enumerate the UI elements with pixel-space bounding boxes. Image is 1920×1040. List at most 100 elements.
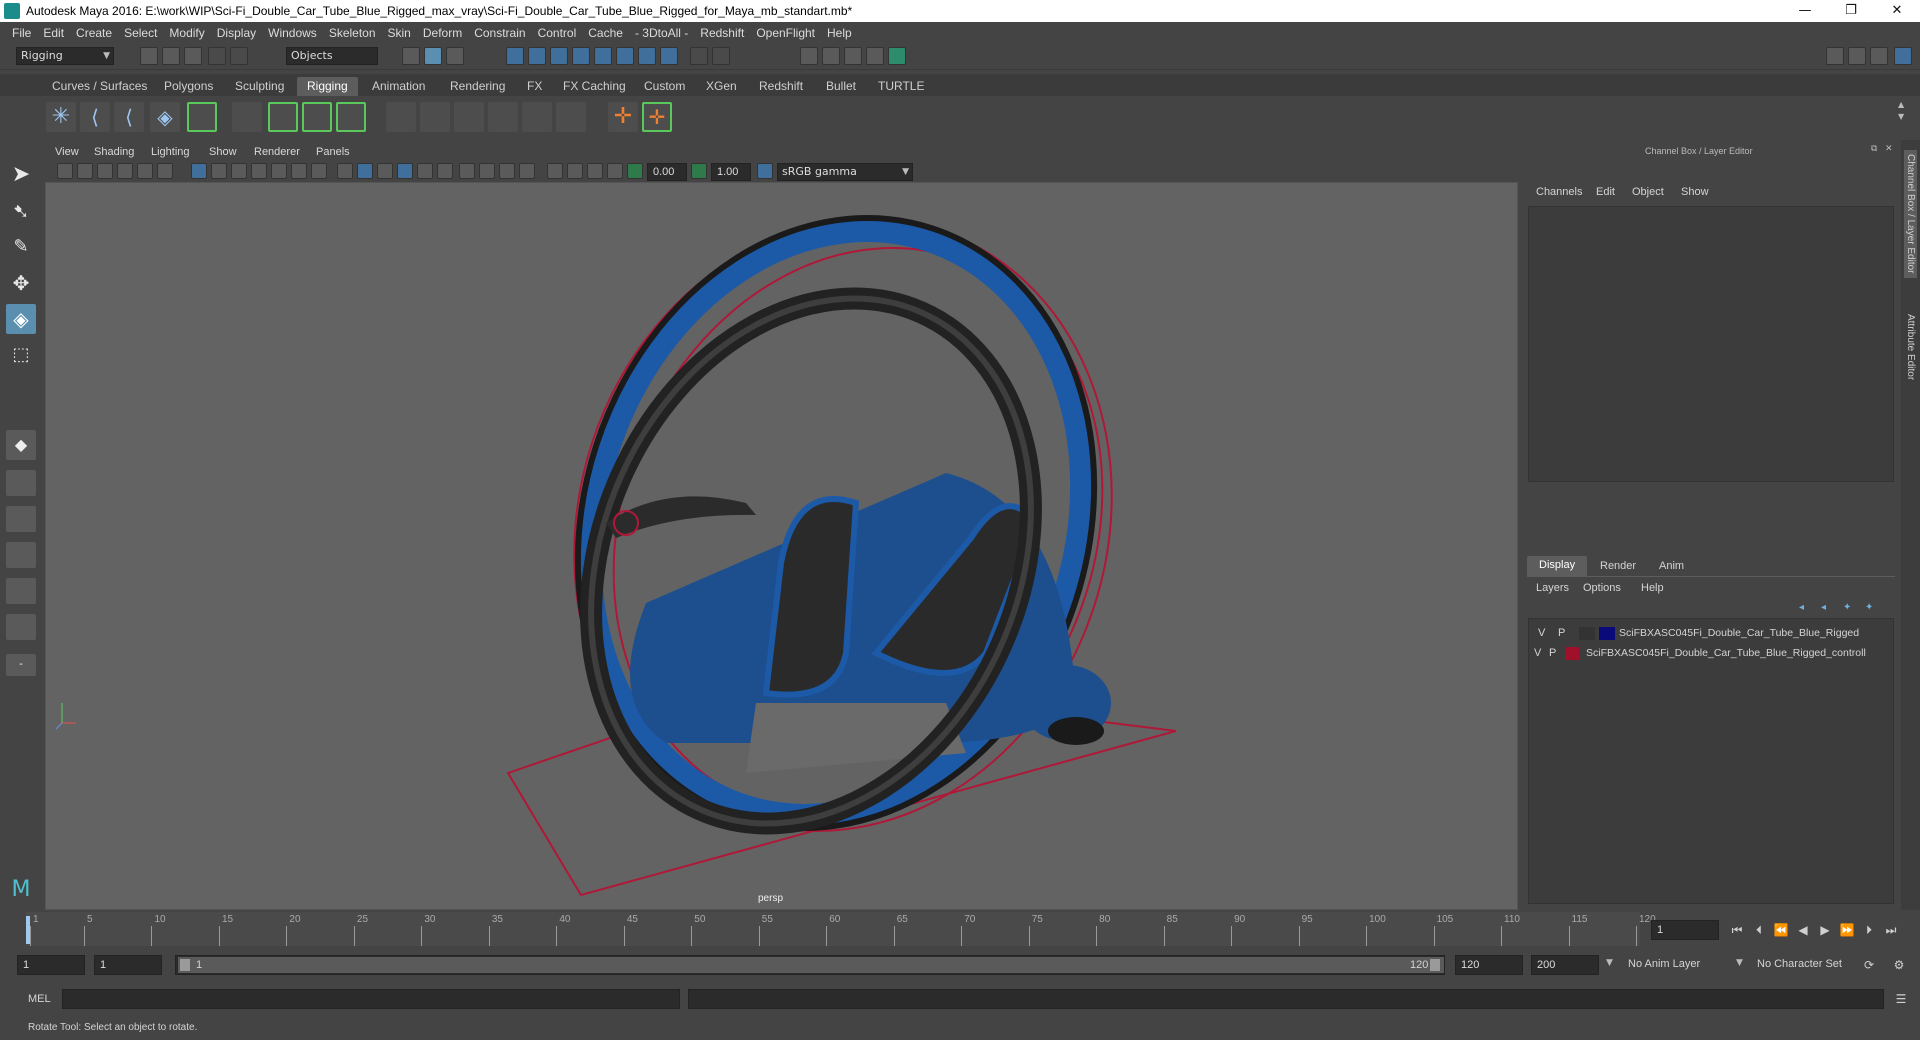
default-material-icon[interactable] bbox=[377, 163, 393, 179]
shelf-tab-rigging[interactable]: Rigging bbox=[297, 77, 358, 96]
anim-layer-dropdown[interactable]: No Anim Layer bbox=[1628, 958, 1700, 970]
new-layer-selected-icon[interactable]: ✦ bbox=[1865, 602, 1873, 613]
go-to-end-icon[interactable]: ⏭ bbox=[1882, 921, 1900, 939]
new-scene-icon[interactable] bbox=[140, 47, 158, 65]
snap-live-icon[interactable] bbox=[594, 47, 612, 65]
menu-select[interactable]: Select bbox=[124, 26, 157, 40]
single-perspective-layout-icon[interactable]: ◆ bbox=[6, 430, 36, 460]
layer-tab-render[interactable]: Render bbox=[1600, 560, 1636, 572]
depth-of-field-icon[interactable] bbox=[519, 163, 535, 179]
use-all-lights-icon[interactable] bbox=[417, 163, 433, 179]
gamma-icon[interactable] bbox=[691, 163, 707, 179]
command-language-label[interactable]: MEL bbox=[28, 993, 51, 1005]
step-forward-key-icon[interactable]: ⏩ bbox=[1838, 921, 1856, 939]
outliner-persp-layout-icon[interactable] bbox=[6, 614, 36, 640]
auto-key-icon[interactable]: ⟳ bbox=[1860, 956, 1878, 974]
range-slider-start-handle[interactable] bbox=[180, 959, 190, 971]
layer-color-swatch[interactable] bbox=[1599, 627, 1615, 640]
lasso-tool-icon[interactable]: ➷ bbox=[6, 196, 36, 226]
four-view-layout-icon[interactable] bbox=[6, 470, 36, 496]
channel-menu-edit[interactable]: Edit bbox=[1596, 186, 1615, 198]
current-frame-field[interactable]: 1 bbox=[1651, 920, 1719, 940]
open-scene-icon[interactable] bbox=[162, 47, 180, 65]
shelf-tab-polygons[interactable]: Polygons bbox=[154, 77, 223, 96]
layer-type-toggle[interactable] bbox=[1579, 627, 1595, 640]
animation-start-field[interactable]: 1 bbox=[17, 955, 85, 975]
channel-menu-show[interactable]: Show bbox=[1681, 186, 1709, 198]
persp-outliner-layout-icon[interactable] bbox=[6, 506, 36, 532]
wireframe-icon[interactable] bbox=[337, 163, 353, 179]
side-tab-attribute-editor[interactable]: Attribute Editor bbox=[1904, 310, 1917, 384]
menuset-dropdown[interactable]: Rigging ▼ bbox=[16, 47, 114, 65]
image-plane-icon[interactable] bbox=[117, 163, 133, 179]
undo-icon[interactable] bbox=[208, 47, 226, 65]
menu-file[interactable]: File bbox=[12, 26, 31, 40]
select-highlight-icon[interactable] bbox=[712, 47, 730, 65]
menu-skin[interactable]: Skin bbox=[388, 26, 411, 40]
snap-mode-icon[interactable] bbox=[616, 47, 634, 65]
snap-curve-icon[interactable] bbox=[528, 47, 546, 65]
mirror-joint-icon[interactable]: ◈ bbox=[150, 102, 180, 132]
layer-name[interactable]: SciFBXASC045Fi_Double_Car_Tube_Blue_Rigg… bbox=[1619, 627, 1859, 639]
command-input[interactable] bbox=[62, 989, 680, 1009]
shelf-tab-bullet[interactable]: Bullet bbox=[816, 77, 866, 96]
menu-modify[interactable]: Modify bbox=[169, 26, 204, 40]
ik-spline-icon[interactable]: ⟨ bbox=[114, 102, 144, 132]
save-scene-icon[interactable] bbox=[184, 47, 202, 65]
shelf-scroll-up-icon[interactable]: ▲ bbox=[1898, 100, 1904, 109]
play-forwards-icon[interactable]: ▶ bbox=[1816, 921, 1834, 939]
shelf-tab-fx[interactable]: FX bbox=[517, 77, 552, 96]
render-settings-icon[interactable] bbox=[866, 47, 884, 65]
persp-hypershade-layout-icon[interactable] bbox=[6, 578, 36, 604]
move-tool-icon[interactable]: ✥ bbox=[6, 268, 36, 298]
hypershade-icon[interactable] bbox=[888, 47, 906, 65]
color-management-icon[interactable] bbox=[757, 163, 773, 179]
move-layer-up-icon[interactable]: ◂ bbox=[1799, 602, 1804, 613]
tool-settings-toggle-icon[interactable] bbox=[1870, 47, 1888, 65]
close-panel-icon[interactable]: ✕ bbox=[1885, 144, 1893, 154]
channel-menu-channels[interactable]: Channels bbox=[1536, 186, 1582, 198]
shelf-tab-fx-caching[interactable]: FX Caching bbox=[553, 77, 636, 96]
pole-vector-icon[interactable] bbox=[556, 102, 586, 132]
step-back-key-icon[interactable]: ⏪ bbox=[1772, 921, 1790, 939]
close-button[interactable]: ✕ bbox=[1874, 0, 1920, 22]
scale-tool-icon[interactable]: ⬚ bbox=[6, 340, 36, 370]
color-space-dropdown[interactable]: sRGB gamma ▼ bbox=[777, 163, 913, 181]
layer-menu-help[interactable]: Help bbox=[1641, 582, 1664, 594]
layer-visibility-toggle[interactable]: V bbox=[1534, 647, 1541, 659]
snap-view-plane-icon[interactable] bbox=[572, 47, 590, 65]
script-editor-icon[interactable]: ☰ bbox=[1892, 990, 1910, 1008]
aim-constraint-icon[interactable] bbox=[522, 102, 552, 132]
playback-start-field[interactable]: 1 bbox=[94, 955, 162, 975]
menu-redshift[interactable]: Redshift bbox=[700, 26, 744, 40]
shelf-tab-turtle[interactable]: TURTLE bbox=[868, 77, 934, 96]
film-gate-icon[interactable] bbox=[211, 163, 227, 179]
new-layer-icon[interactable]: ✦ bbox=[1843, 602, 1851, 613]
grid-toggle-icon[interactable] bbox=[191, 163, 207, 179]
wrap-deformer-icon[interactable] bbox=[302, 102, 332, 132]
shelf-tab-animation[interactable]: Animation bbox=[362, 77, 435, 96]
selection-mode-dropdown[interactable]: Objects bbox=[286, 47, 378, 65]
play-backwards-icon[interactable]: ◀ bbox=[1794, 921, 1812, 939]
render-view-icon[interactable] bbox=[800, 47, 818, 65]
current-time-indicator[interactable] bbox=[26, 916, 30, 944]
shelf-tab-xgen[interactable]: XGen bbox=[696, 77, 747, 96]
exposure-field[interactable]: 0.00 bbox=[647, 163, 687, 181]
select-by-object-icon[interactable] bbox=[424, 47, 442, 65]
layer-playback-toggle[interactable]: P bbox=[1558, 627, 1565, 639]
safe-action-icon[interactable] bbox=[291, 163, 307, 179]
persp-graph-layout-icon[interactable] bbox=[6, 542, 36, 568]
select-camera-icon[interactable] bbox=[57, 163, 73, 179]
smooth-shade-icon[interactable] bbox=[357, 163, 373, 179]
shelf-tab-curves-surfaces[interactable]: Curves / Surfaces bbox=[42, 77, 157, 96]
chevron-down-icon[interactable]: ▼ bbox=[1736, 958, 1743, 968]
menu-help[interactable]: Help bbox=[827, 26, 852, 40]
history-icon[interactable] bbox=[660, 47, 678, 65]
layer-playback-toggle[interactable]: P bbox=[1549, 647, 1556, 659]
bookmark-icon[interactable] bbox=[97, 163, 113, 179]
blend-shape-icon[interactable] bbox=[336, 102, 366, 132]
step-back-frame-icon[interactable]: ⏴ bbox=[1750, 921, 1768, 939]
paint-select-tool-icon[interactable]: ✎ bbox=[6, 232, 36, 262]
shelf-tab-custom[interactable]: Custom bbox=[634, 77, 695, 96]
menu-display[interactable]: Display bbox=[217, 26, 256, 40]
